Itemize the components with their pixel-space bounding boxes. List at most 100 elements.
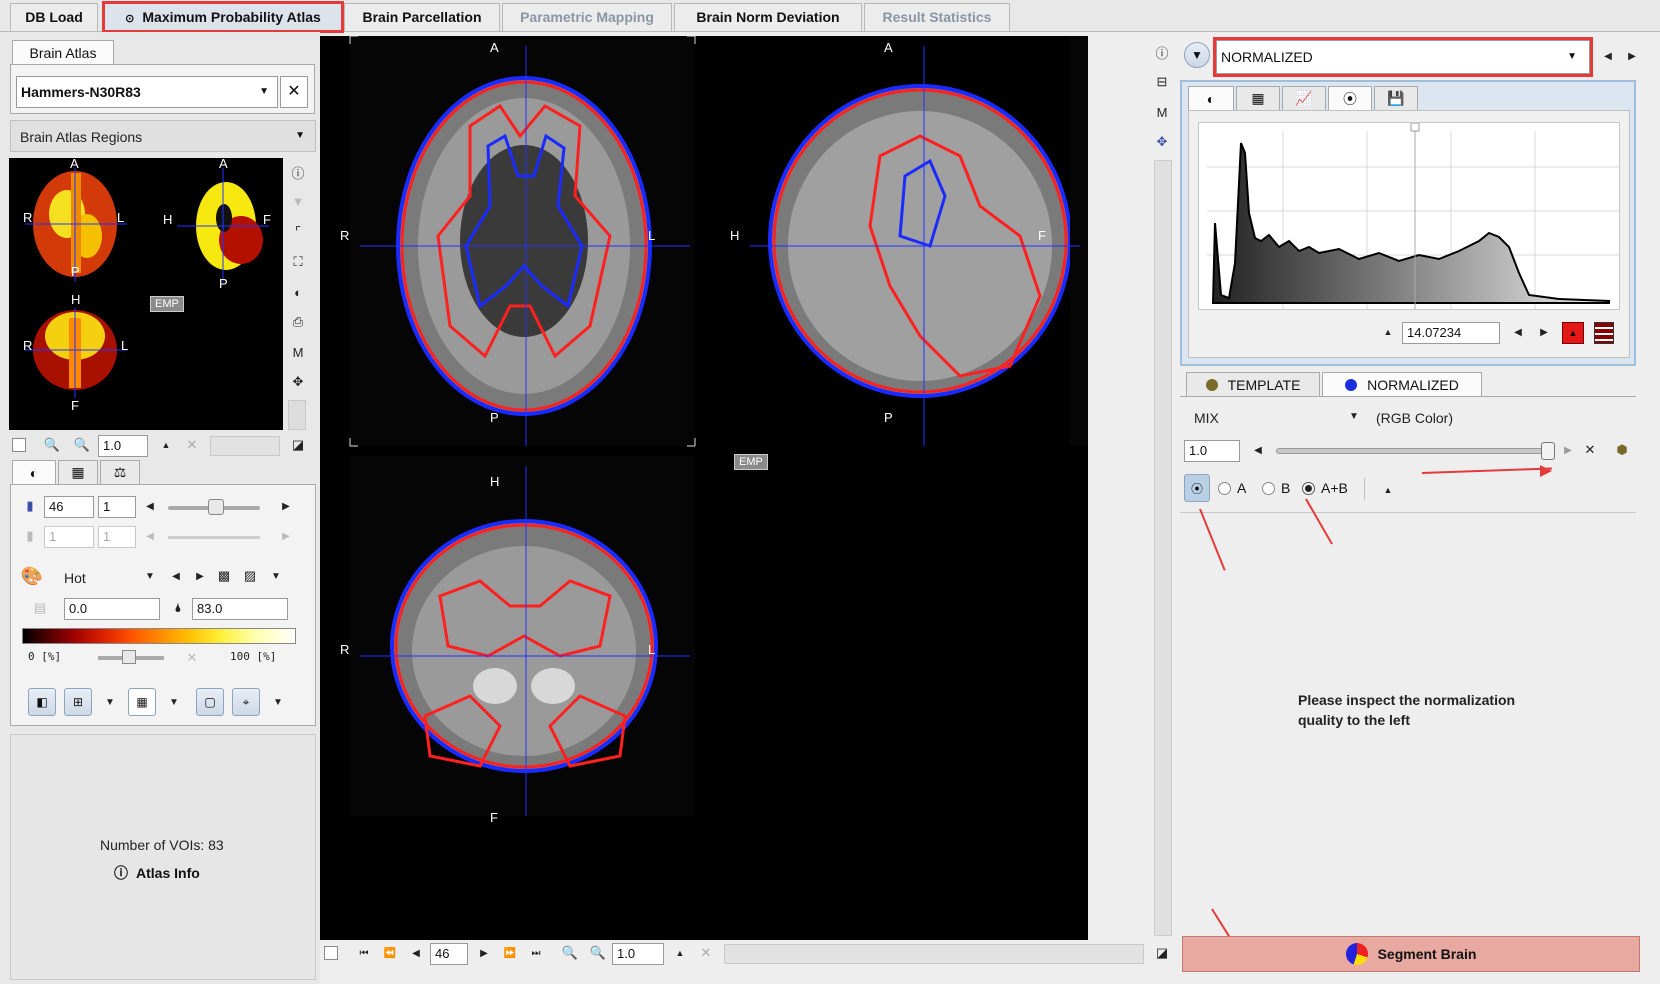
- chevron-down-icon[interactable]: ▼: [164, 692, 184, 712]
- slider-thumb[interactable]: [1541, 442, 1555, 460]
- close-icon[interactable]: ✕: [1580, 440, 1600, 460]
- close-icon[interactable]: ✕: [182, 435, 202, 455]
- zoom-out-icon[interactable]: 🔍: [588, 943, 608, 963]
- grid-button[interactable]: ▦: [128, 688, 156, 716]
- m-icon[interactable]: M: [288, 342, 308, 362]
- chevron-down-icon[interactable]: ▼: [100, 692, 120, 712]
- layout-button[interactable]: ⊞: [64, 688, 92, 716]
- link-icon[interactable]: ◪: [1152, 943, 1172, 963]
- checker-icon[interactable]: ▩: [214, 566, 234, 586]
- chevron-down-icon[interactable]: ▼: [259, 77, 269, 107]
- tab-chart[interactable]: 📈: [1282, 86, 1326, 110]
- radio-ab[interactable]: A+B: [1302, 480, 1348, 496]
- prev-icon[interactable]: ◀: [406, 943, 426, 963]
- center-checkbox[interactable]: [324, 946, 338, 960]
- up-arrow-icon[interactable]: ▲: [1378, 322, 1398, 342]
- layout-icon[interactable]: ⊟: [1152, 72, 1172, 92]
- slice2-step-input[interactable]: 1: [98, 526, 136, 548]
- fit-icon[interactable]: ⛶: [288, 252, 308, 272]
- slider-thumb[interactable]: [122, 650, 136, 664]
- dataset-menu-button[interactable]: ▼: [1184, 42, 1210, 68]
- palette-icon[interactable]: 🎨: [21, 566, 43, 586]
- prev-icon[interactable]: ◀: [1248, 440, 1268, 460]
- next-icon[interactable]: ▶: [1534, 322, 1554, 342]
- chevron-down-icon[interactable]: ▼: [268, 692, 288, 712]
- square-button[interactable]: ▢: [196, 688, 224, 716]
- tool-button[interactable]: ⌖: [232, 688, 260, 716]
- chevron-down-icon[interactable]: ▼: [140, 566, 160, 586]
- left-scroll[interactable]: [288, 400, 306, 430]
- viewer-vscroll[interactable]: [1154, 160, 1172, 936]
- atlas-preview[interactable]: A R L P A H F P H R L F EMP: [9, 158, 283, 430]
- center-slice-input[interactable]: 46: [430, 943, 468, 965]
- tab-orientation[interactable]: ⚖: [100, 460, 140, 484]
- tab-result-statistics[interactable]: Result Statistics: [864, 3, 1010, 31]
- histogram-value-input[interactable]: 14.07234: [1402, 322, 1500, 344]
- pct-slider[interactable]: [98, 650, 164, 664]
- slice-step-input[interactable]: 1: [98, 496, 136, 518]
- close-icon[interactable]: ✕: [182, 648, 202, 668]
- radio-a[interactable]: A: [1218, 480, 1246, 496]
- tab-grid[interactable]: ▦: [1236, 86, 1280, 110]
- frame-icon[interactable]: ⌜: [288, 222, 308, 242]
- next-icon[interactable]: ▶: [1558, 440, 1578, 460]
- atlas-info-button[interactable]: ⓘ Atlas Info: [114, 862, 200, 884]
- tab-layout[interactable]: ▦: [58, 460, 98, 484]
- left-checkbox[interactable]: [12, 438, 26, 452]
- prev-icon[interactable]: ◀: [1598, 46, 1618, 66]
- atlas-clear-button[interactable]: ✕: [280, 76, 308, 108]
- display-mode-button[interactable]: ◧: [28, 688, 56, 716]
- zoom-in-icon[interactable]: 🔍: [560, 943, 580, 963]
- hex-icon[interactable]: ⬢: [1612, 440, 1632, 460]
- image-viewer[interactable]: A R L P A H F P H R L F EMP: [320, 36, 1148, 940]
- slice2-slider[interactable]: [168, 536, 260, 539]
- slice-slider[interactable]: [168, 499, 260, 515]
- min-value-input[interactable]: 0.0: [64, 598, 160, 620]
- next-icon[interactable]: ▶: [474, 943, 494, 963]
- regions-dropdown[interactable]: Brain Atlas Regions ▼: [10, 120, 316, 152]
- fast-forward-icon[interactable]: ⏩: [500, 943, 520, 963]
- up-arrow-icon[interactable]: ▲: [1378, 480, 1398, 500]
- fusion-slider[interactable]: [1276, 442, 1555, 460]
- center-zoom-input[interactable]: 1.0: [612, 943, 664, 965]
- chevron-down-icon[interactable]: ▼: [1344, 406, 1364, 426]
- up-arrow-icon[interactable]: ▲: [156, 435, 176, 455]
- chevron-down-icon[interactable]: ▼: [1567, 41, 1577, 73]
- next-icon[interactable]: ▶: [1622, 46, 1642, 66]
- print-icon[interactable]: ⎙: [288, 312, 308, 332]
- atlas-select[interactable]: Hammers-N30R83 ▼: [16, 76, 278, 108]
- dataset-select[interactable]: NORMALIZED ▼: [1213, 37, 1593, 77]
- tab-maximum-probability-atlas[interactable]: ⊙ Maximum Probability Atlas: [102, 1, 344, 33]
- up-arrow-icon[interactable]: ▲: [670, 943, 690, 963]
- next-icon[interactable]: ▶: [190, 566, 210, 586]
- radio-b[interactable]: B: [1262, 480, 1290, 496]
- tab-save[interactable]: 💾: [1374, 86, 1418, 110]
- first-icon[interactable]: ⏮: [354, 943, 374, 963]
- histogram-plot[interactable]: [1198, 122, 1620, 310]
- zoom-out-icon[interactable]: 🔍: [72, 435, 92, 455]
- fast-back-icon[interactable]: ⏪: [380, 943, 400, 963]
- chevron-down-icon[interactable]: ▼: [295, 130, 305, 141]
- zoom-in-icon[interactable]: 🔍: [42, 435, 62, 455]
- info-icon[interactable]: ⓘ: [288, 162, 308, 182]
- chevron-down-icon[interactable]: ▼: [266, 566, 286, 586]
- tab-template[interactable]: TEMPLATE: [1186, 372, 1320, 396]
- next-icon[interactable]: ▶: [276, 526, 296, 546]
- crosshair-icon[interactable]: ✥: [288, 372, 308, 392]
- slider-thumb[interactable]: [208, 499, 224, 515]
- tab-display[interactable]: ◐: [1188, 86, 1234, 110]
- tab-normalized[interactable]: NORMALIZED: [1322, 372, 1482, 396]
- tab-brain-norm-deviation[interactable]: Brain Norm Deviation: [674, 3, 862, 31]
- link-icon[interactable]: ◪: [288, 435, 308, 455]
- crosshair-icon[interactable]: ✥: [1152, 132, 1172, 152]
- slice-input[interactable]: 46: [44, 496, 94, 518]
- prev-icon[interactable]: ◀: [140, 526, 160, 546]
- prev-icon[interactable]: ◀: [140, 496, 160, 516]
- tab-brain-atlas[interactable]: Brain Atlas: [12, 40, 114, 64]
- checker-icon[interactable]: ▨: [240, 566, 260, 586]
- m-icon[interactable]: M: [1152, 102, 1172, 122]
- left-zoom-input[interactable]: 1.0: [98, 435, 148, 457]
- contrast-icon[interactable]: ◐: [288, 282, 308, 302]
- slice2-input[interactable]: 1: [44, 526, 94, 548]
- red-color-button[interactable]: ▲: [1562, 322, 1584, 344]
